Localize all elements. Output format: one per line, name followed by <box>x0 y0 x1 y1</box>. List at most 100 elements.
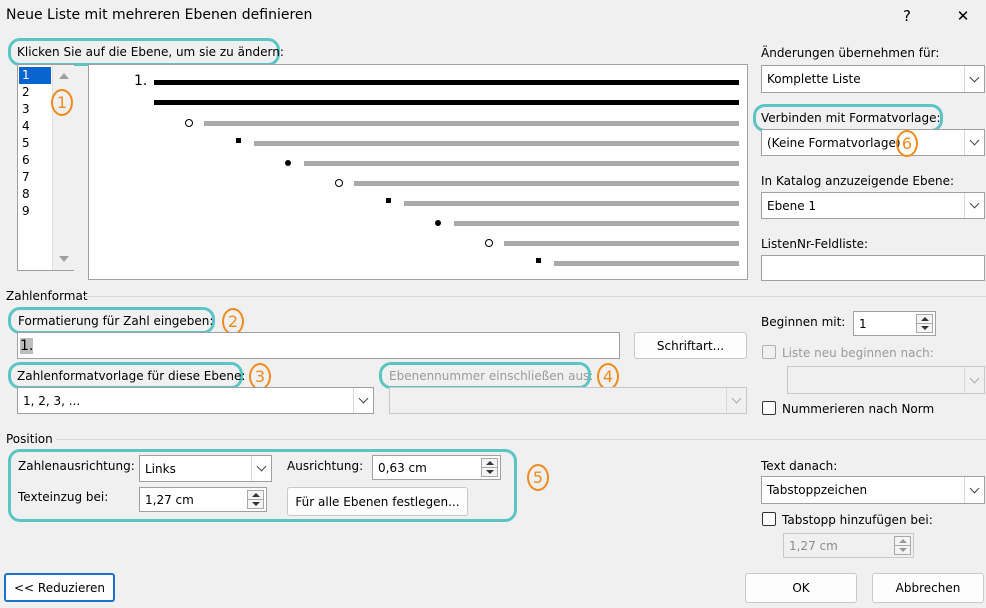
listnum-label: ListenNr-Feldliste: <box>761 237 869 251</box>
preview-line <box>404 201 739 206</box>
chevron-down-icon[interactable] <box>964 193 984 218</box>
preview-line <box>554 261 739 266</box>
number-style-select[interactable]: 1, 2, 3, ... <box>17 387 374 414</box>
number-alignment-select[interactable]: Links <box>139 455 272 482</box>
format-label: Formatierung für Zahl eingeben: <box>18 314 214 328</box>
level-item[interactable]: 6 <box>19 152 51 169</box>
apply-to-select[interactable]: Komplette Liste <box>761 65 985 93</box>
callout-6: 6 <box>896 130 918 157</box>
list-preview: 1. <box>88 64 748 280</box>
add-tab-stepper[interactable]: 1,27 cm <box>783 533 914 558</box>
callout-1: 1 <box>51 89 73 116</box>
aligned-at-stepper[interactable]: 0,63 cm <box>372 455 501 480</box>
level-item[interactable]: 4 <box>19 118 51 135</box>
legal-numbering-label: Nummerieren nach Norm <box>782 402 935 416</box>
square-bullet-icon <box>386 198 391 203</box>
text-indent-value: 1,27 cm <box>145 492 194 507</box>
level-item[interactable]: 9 <box>19 203 51 220</box>
number-format-section: Zahlenformat <box>6 289 88 303</box>
levels-label: Klicken Sie auf die Ebene, um sie zu änd… <box>17 45 284 59</box>
ok-button[interactable]: OK <box>745 573 857 603</box>
restart-checkbox[interactable] <box>762 345 776 359</box>
help-button[interactable]: ? <box>892 4 922 28</box>
legal-numbering-checkbox[interactable] <box>762 401 776 415</box>
close-icon[interactable]: ✕ <box>948 4 978 28</box>
start-at-value: 1 <box>859 316 867 331</box>
chevron-down-icon[interactable] <box>964 477 984 503</box>
decrement-button[interactable] <box>916 323 933 333</box>
gallery-level-label: In Katalog anzuzeigende Ebene: <box>761 174 955 188</box>
restart-label: Liste neu beginnen nach: <box>782 346 934 360</box>
chevron-down-icon[interactable] <box>353 388 373 413</box>
add-tab-checkbox[interactable] <box>762 512 776 526</box>
square-bullet-icon <box>536 258 541 263</box>
scroll-down-icon[interactable] <box>59 256 69 262</box>
follow-number-value: Tabstoppzeichen <box>767 483 868 497</box>
gallery-level-value: Ebene 1 <box>767 198 817 213</box>
preview-line <box>454 221 739 226</box>
preview-line <box>504 241 739 246</box>
set-all-levels-button[interactable]: Für alle Ebenen festlegen... <box>287 487 468 516</box>
dialog-title: Neue Liste mit mehreren Ebenen definiere… <box>6 7 313 23</box>
chevron-down-icon[interactable] <box>726 388 746 413</box>
preview-number: 1. <box>134 73 148 89</box>
start-at-label: Beginnen mit: <box>761 315 846 329</box>
gallery-level-select[interactable]: Ebene 1 <box>761 192 985 219</box>
decrement-button[interactable] <box>481 467 498 477</box>
aligned-at-value: 0,63 cm <box>378 460 427 475</box>
divider <box>84 296 986 297</box>
preview-line <box>154 80 739 85</box>
add-tab-value: 1,27 cm <box>789 538 838 553</box>
number-alignment-label: Zahlenausrichtung: <box>18 459 135 473</box>
chevron-down-icon[interactable] <box>251 456 271 481</box>
circle-bullet-icon <box>485 239 493 247</box>
preview-line <box>354 181 739 186</box>
level-item[interactable]: 8 <box>19 186 51 203</box>
apply-to-value: Komplette Liste <box>767 72 861 86</box>
circle-bullet-icon <box>185 119 193 127</box>
follow-number-label: Text danach: <box>761 459 838 473</box>
divider <box>56 439 986 440</box>
chevron-down-icon[interactable] <box>964 66 984 92</box>
circle-bullet-icon <box>335 179 343 187</box>
start-at-stepper[interactable]: 1 <box>853 311 936 336</box>
link-style-select[interactable]: (Keine Formatvorlage) <box>761 129 985 156</box>
cancel-button[interactable]: Abbrechen <box>872 573 984 603</box>
format-input[interactable]: 1. <box>17 332 620 359</box>
preview-line <box>204 121 739 126</box>
level-item[interactable]: 7 <box>19 169 51 186</box>
include-level-select[interactable] <box>389 387 747 414</box>
dot-bullet-icon <box>435 220 441 226</box>
callout-3: 3 <box>249 363 271 390</box>
less-button[interactable]: << Reduzieren <box>4 573 115 602</box>
number-style-value: 1, 2, 3, ... <box>23 393 81 408</box>
chevron-down-icon[interactable] <box>964 130 984 155</box>
dot-bullet-icon <box>285 160 291 166</box>
position-section: Position <box>6 432 53 446</box>
follow-number-select[interactable]: Tabstoppzeichen <box>761 476 985 504</box>
number-alignment-value: Links <box>145 461 176 476</box>
listnum-input[interactable] <box>761 255 985 281</box>
link-style-value: (Keine Formatvorlage) <box>767 135 901 150</box>
scroll-up-icon[interactable] <box>59 73 69 79</box>
format-value: 1. <box>20 337 34 354</box>
apply-to-label: Änderungen übernehmen für: <box>761 46 940 60</box>
chevron-down-icon[interactable] <box>964 367 984 393</box>
decrement-button[interactable] <box>894 545 911 555</box>
decrement-button[interactable] <box>247 499 264 509</box>
number-style-label: Zahlenformatvorlage für diese Ebene: <box>17 369 246 383</box>
callout-2: 2 <box>222 308 244 335</box>
level-item[interactable]: 3 <box>19 101 51 118</box>
level-item[interactable]: 1 <box>19 67 51 84</box>
level-item[interactable]: 2 <box>19 84 51 101</box>
link-style-label: Verbinden mit Formatvorlage: <box>761 111 941 125</box>
callout-4: 4 <box>597 363 619 390</box>
text-indent-label: Texteinzug bei: <box>18 490 109 504</box>
text-indent-stepper[interactable]: 1,27 cm <box>139 487 267 512</box>
include-level-label: Ebenennummer einschließen aus: <box>389 369 594 383</box>
restart-select[interactable] <box>787 366 985 394</box>
add-tab-label: Tabstopp hinzufügen bei: <box>782 513 933 527</box>
callout-5: 5 <box>527 464 549 491</box>
level-item[interactable]: 5 <box>19 135 51 152</box>
font-button[interactable]: Schriftart... <box>634 332 747 359</box>
